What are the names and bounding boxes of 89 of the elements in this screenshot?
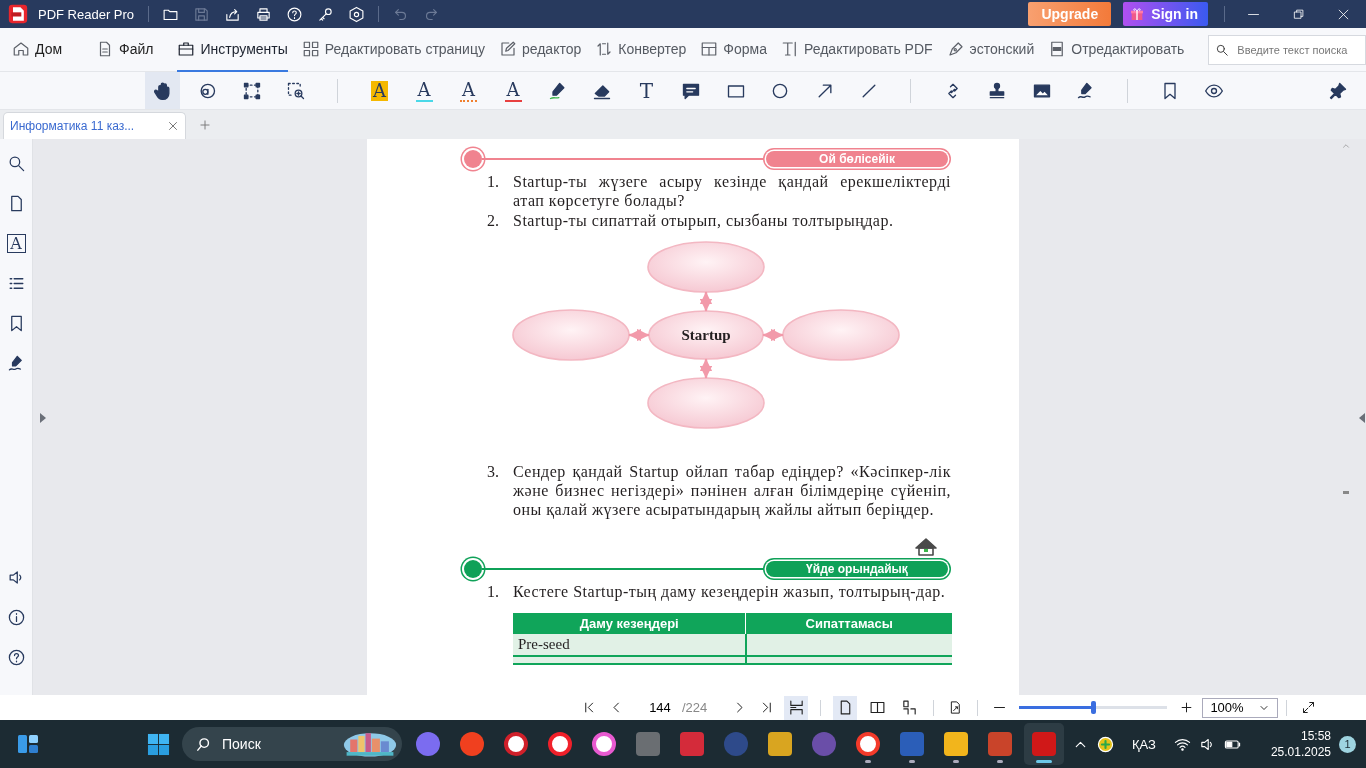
area-select-icon [241,80,262,101]
zoom-slider[interactable] [1017,701,1169,714]
task-text: Startup-ты сипаттай отырып, сызбаны толтырыңдар. [513,211,894,230]
zoom-dropdown[interactable]: 100% [1202,697,1278,718]
ribbon-tab[interactable]: Отредактировать [1048,27,1185,72]
start-icon[interactable] [147,732,170,756]
close-icon[interactable] [167,120,179,132]
info-icon [6,607,26,627]
page-number-field[interactable]: 144 [638,700,682,715]
squiggly-tool[interactable]: A [451,72,486,109]
scroll-view-icon [787,699,805,716]
item-number: 3. [487,462,500,482]
text-panel-button[interactable]: A [4,231,28,255]
edit-icon [498,39,517,58]
page-count: /224 [682,700,709,715]
save-icon[interactable] [193,5,211,23]
app-name: PDF Reader Pro [38,6,135,22]
clock-time[interactable]: 15:58 [1300,728,1331,744]
ribbon-tab[interactable]: Форма [700,27,767,72]
scroll-view-button[interactable] [784,695,808,720]
task-text: Startup-ты жүзеге асыру кезінде қандай ерекшеліктерді атап көрсетуге болады? [513,172,951,210]
item-number: 1. [487,582,500,601]
section-title: Ой бөлісейік [766,151,948,167]
town-illustration-icon [343,730,397,758]
item-number: 1. [487,172,500,192]
fit-page-icon[interactable] [948,700,963,715]
clock-date[interactable]: 25.01.2025 [1270,744,1331,760]
help-icon [6,647,26,667]
zoom-area-icon [286,80,306,101]
language-indicator[interactable]: ҚАЗ [1132,736,1156,752]
form-icon [700,39,719,58]
task-text: Сендер қандай Startup ойлап табар едіңдер? «Кәсіпкер-лік және бизнес негіздері» пәнінен алған білімдеріңе сүйеніп, оны қалай жүзеге асыратындарың жайлы айтып беріңдер. [513,462,951,519]
ribbon-tab[interactable]: Редактировать PDF [780,27,933,72]
ribbon-tab[interactable]: эстонский [946,27,1035,72]
restore-icon[interactable] [1291,6,1306,22]
hand-icon [152,80,173,101]
table-header-cell: Сипаттамасы [745,613,952,634]
taskbar-search[interactable]: Поиск [182,727,402,761]
table-header-cell: Даму кезеңдері [513,613,746,634]
sign-in-button[interactable]: Sign in [1123,2,1208,26]
search-icon [195,735,212,753]
scrollbar-thumb[interactable] [1343,491,1349,494]
task-text: Кестеге Startup-тың даму кезеңдерін жазып, толтырың-дар. [513,582,946,601]
search-field[interactable]: Введите текст поиска [1208,34,1366,65]
taskbar-app[interactable] [1024,723,1064,765]
stamp-icon [987,80,1007,101]
item-number: 2. [487,211,500,230]
text-tool[interactable]: T [629,72,664,109]
ribbon-tab[interactable]: Конвертер [595,27,687,72]
widgets-icon[interactable] [16,732,40,756]
plus-circle-icon[interactable] [1097,735,1114,753]
pin-icon[interactable] [1328,80,1348,101]
pen-icon [946,39,965,58]
ribbon-tab[interactable]: Файл [96,27,154,72]
double-arrow [699,358,713,379]
zoom-in-icon[interactable] [1179,700,1194,715]
ribbon-tab[interactable]: Дом [12,27,63,72]
ribbon-tab[interactable]: редактор [498,27,582,72]
app-logo-icon [8,4,28,24]
center-label: Startup [681,327,731,343]
highlight-tool[interactable]: A [362,72,397,109]
toolbox-icon [177,39,196,58]
double-arrow [699,291,713,312]
key-icon[interactable] [317,5,335,23]
print-icon[interactable] [255,5,273,23]
document-tab[interactable]: Информатика 11 каз... [3,112,186,139]
double-arrow [628,328,650,342]
section-title: Үйде орындайық [766,561,948,577]
double-arrow [762,328,784,342]
help-icon[interactable] [286,5,304,23]
textedit-icon [780,39,799,58]
double-view-icon [868,699,886,716]
table-cell: Pre-seed [513,634,746,656]
grid-icon [301,39,320,58]
search-input[interactable]: Введите текст поиска [1235,42,1360,57]
search-icon[interactable] [1215,42,1230,57]
document-tab-title: Информатика 11 каз... [10,119,135,133]
strikeout-tool[interactable]: A [495,72,531,109]
underline-tool[interactable]: A [406,72,442,109]
ribbon-tab[interactable]: Редактировать страницу [301,27,485,72]
cover-view-icon [900,699,918,716]
expand-arrow-icon[interactable] [40,413,46,423]
hand-tool[interactable] [145,72,180,109]
fullscreen-icon[interactable] [1301,700,1316,715]
notification-badge[interactable]: 1 [1339,735,1356,753]
single-view-button[interactable] [833,695,857,720]
collapse-arrow-icon[interactable] [1359,413,1365,423]
gift-icon [1129,6,1146,22]
settings-icon[interactable] [348,5,366,23]
